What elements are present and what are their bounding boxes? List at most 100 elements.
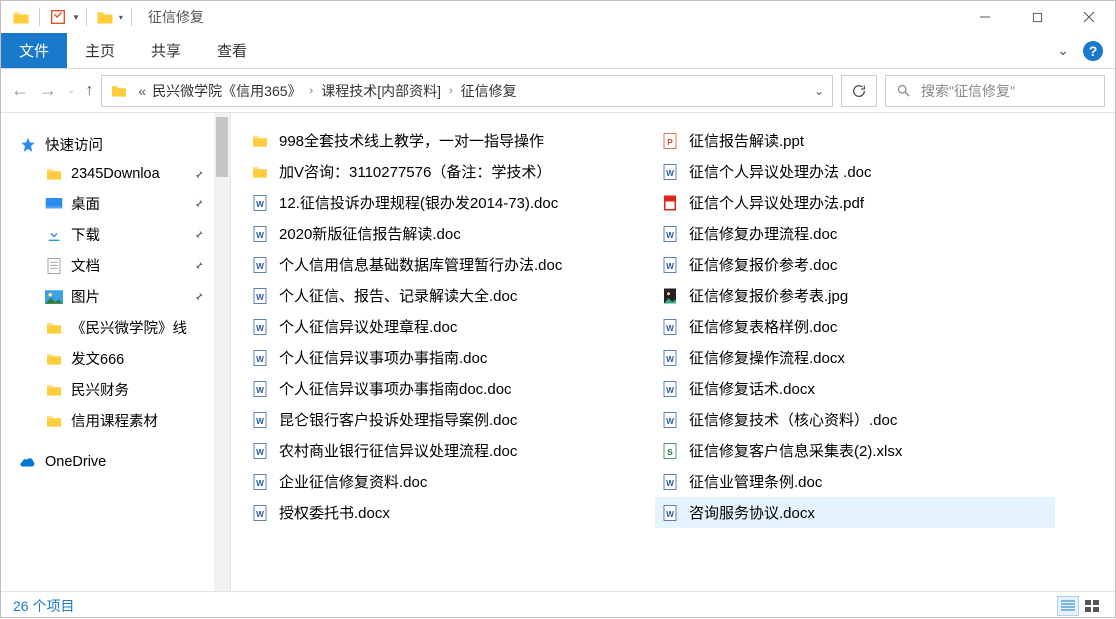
help-icon[interactable]: ? [1083,41,1103,61]
qat-dropdown-icon[interactable]: ▼ [72,13,80,22]
docx-icon: W [251,256,269,274]
sidebar-item-label: 下载 [71,224,100,245]
qat-properties-icon[interactable] [49,8,67,26]
sidebar-item[interactable]: 图片 [1,281,230,312]
svg-text:W: W [256,478,264,487]
file-item[interactable]: 998全套技术线上教学，一对一指导操作 [245,125,645,156]
sidebar-item[interactable]: 《民兴微学院》线 [1,312,230,343]
tab-share[interactable]: 共享 [133,33,199,68]
svg-text:W: W [666,416,674,425]
file-name: 2020新版征信报告解读.doc [279,223,461,244]
scrollbar[interactable] [214,113,230,591]
refresh-button[interactable] [841,75,877,107]
file-item[interactable]: W征信修复表格样例.doc [655,311,1055,342]
file-name: 征信修复办理流程.doc [689,223,837,244]
view-details-button[interactable] [1057,596,1079,616]
file-column: P征信报告解读.pptW征信个人异议处理办法 .doc 征信个人异议处理办法.pd… [655,125,1055,528]
status-count: 26 个项目 [13,596,74,616]
sidebar-item[interactable]: 发文666 [1,343,230,374]
sidebar-item[interactable]: 信用课程素材 [1,405,230,436]
file-item[interactable]: 加V咨询：3110277576（备注：学技术） [245,156,645,187]
file-item[interactable]: W 个人征信异议事项办事指南doc.doc [245,373,645,404]
breadcrumb[interactable]: « 民兴微学院《信用365》 › 课程技术[内部资料] › 征信修复 ⌄ [101,75,833,107]
sidebar-onedrive[interactable]: OneDrive [1,448,230,476]
docx-icon: W [251,442,269,460]
breadcrumb-part[interactable]: 课程技术[内部资料] [321,81,441,101]
file-item[interactable]: W征信修复报价参考.doc [655,249,1055,280]
sidebar-item[interactable]: 文档 [1,250,230,281]
svg-text:W: W [666,230,674,239]
file-item[interactable]: W企业征信修复资料.doc [245,466,645,497]
search-placeholder: 搜索"征信修复" [921,81,1015,101]
file-item[interactable]: W昆仑银行客户投诉处理指导案例.doc [245,404,645,435]
tab-home[interactable]: 主页 [67,33,133,68]
window-controls [959,1,1115,33]
sidebar-item[interactable]: 2345Downloa [1,160,230,188]
file-name: 个人征信异议事项办事指南doc.doc [279,378,512,399]
file-item[interactable]: W 个人信用信息基础数据库管理暂行办法.doc [245,249,645,280]
file-item[interactable]: W征信修复操作流程.docx [655,342,1055,373]
file-name: 个人征信异议事项办事指南.doc [279,347,487,368]
nav-forward-icon[interactable]: → [39,80,57,101]
file-item[interactable]: W征信修复技术（核心资料）.doc [655,404,1055,435]
file-name: 征信修复报价参考.doc [689,254,837,275]
sidebar-item-label: 桌面 [71,193,100,214]
minimize-button[interactable] [959,1,1011,33]
content-pane[interactable]: 998全套技术线上教学，一对一指导操作加V咨询：3110277576（备注：学技… [231,113,1115,591]
sidebar: 快速访问 2345Downloa 桌面下载文档图片《民兴微学院》线发文666民兴财… [1,113,231,591]
breadcrumb-overflow[interactable]: « [138,83,146,99]
cloud-icon [19,453,37,471]
sidebar-item[interactable]: 下载 [1,219,230,250]
file-item[interactable]: W征信业管理条例.doc [655,466,1055,497]
file-item[interactable]: W授权委托书.docx [245,497,645,528]
file-item[interactable]: W农村商业银行征信异议处理流程.doc [245,435,645,466]
file-item[interactable]: 征信修复报价参考表.jpg [655,280,1055,311]
scrollbar-thumb[interactable] [216,117,228,177]
qat-customize-icon[interactable]: ▾ [119,13,123,22]
breadcrumb-dropdown-icon[interactable]: ⌄ [814,84,824,98]
file-name: 个人信用信息基础数据库管理暂行办法.doc [279,254,562,275]
maximize-button[interactable] [1011,1,1063,33]
docx-icon: W [251,349,269,367]
ribbon-expand-icon[interactable]: ⌄ [1057,42,1069,59]
file-item[interactable]: P征信报告解读.ppt [655,125,1055,156]
close-button[interactable] [1063,1,1115,33]
status-bar: 26 个项目 [1,591,1115,619]
file-item[interactable]: W12.征信投诉办理规程(银办发2014-73).doc [245,187,645,218]
file-name: 征信个人异议处理办法.pdf [689,192,864,213]
view-thumbnails-button[interactable] [1081,596,1103,616]
chevron-right-icon: › [449,85,453,97]
file-name: 授权委托书.docx [279,502,390,523]
svg-text:W: W [256,230,264,239]
nav-up-icon[interactable]: ↑ [85,82,93,100]
breadcrumb-part[interactable]: 征信修复 [461,81,517,101]
file-item[interactable]: S征信修复客户信息采集表(2).xlsx [655,435,1055,466]
file-item[interactable]: W征信修复话术.docx [655,373,1055,404]
file-item[interactable]: W 个人征信异议事项办事指南.doc [245,342,645,373]
nav-back-icon[interactable]: ← [11,80,29,101]
file-name: 征信修复表格样例.doc [689,316,837,337]
sidebar-item[interactable]: 桌面 [1,188,230,219]
file-item[interactable]: W个人征信异议处理章程.doc [245,311,645,342]
sidebar-quick-access[interactable]: 快速访问 [1,129,230,160]
search-input[interactable]: 搜索"征信修复" [885,75,1105,107]
docx-icon: W [661,225,679,243]
file-item[interactable]: W 征信修复办理流程.doc [655,218,1055,249]
file-item[interactable]: W征信个人异议处理办法 .doc [655,156,1055,187]
breadcrumb-root-icon [110,84,128,98]
file-item[interactable]: W咨询服务协议.docx [655,497,1055,528]
file-item[interactable]: W个人征信、报告、记录解读大全.doc [245,280,645,311]
qat-folder-icon [96,8,114,26]
sidebar-item[interactable]: 民兴财务 [1,374,230,405]
file-item[interactable]: 征信个人异议处理办法.pdf [655,187,1055,218]
file-column: 998全套技术线上教学，一对一指导操作加V咨询：3110277576（备注：学技… [245,125,645,528]
tab-view[interactable]: 查看 [199,33,265,68]
separator [131,8,132,26]
file-name: 征信业管理条例.doc [689,471,822,492]
tab-file[interactable]: 文件 [1,33,67,68]
nav-history-icon[interactable]: ⌄ [67,85,75,96]
breadcrumb-part[interactable]: 民兴微学院《信用365》 [152,81,301,101]
svg-text:W: W [256,385,264,394]
file-item[interactable]: W 2020新版征信报告解读.doc [245,218,645,249]
docx-icon: W [251,380,269,398]
